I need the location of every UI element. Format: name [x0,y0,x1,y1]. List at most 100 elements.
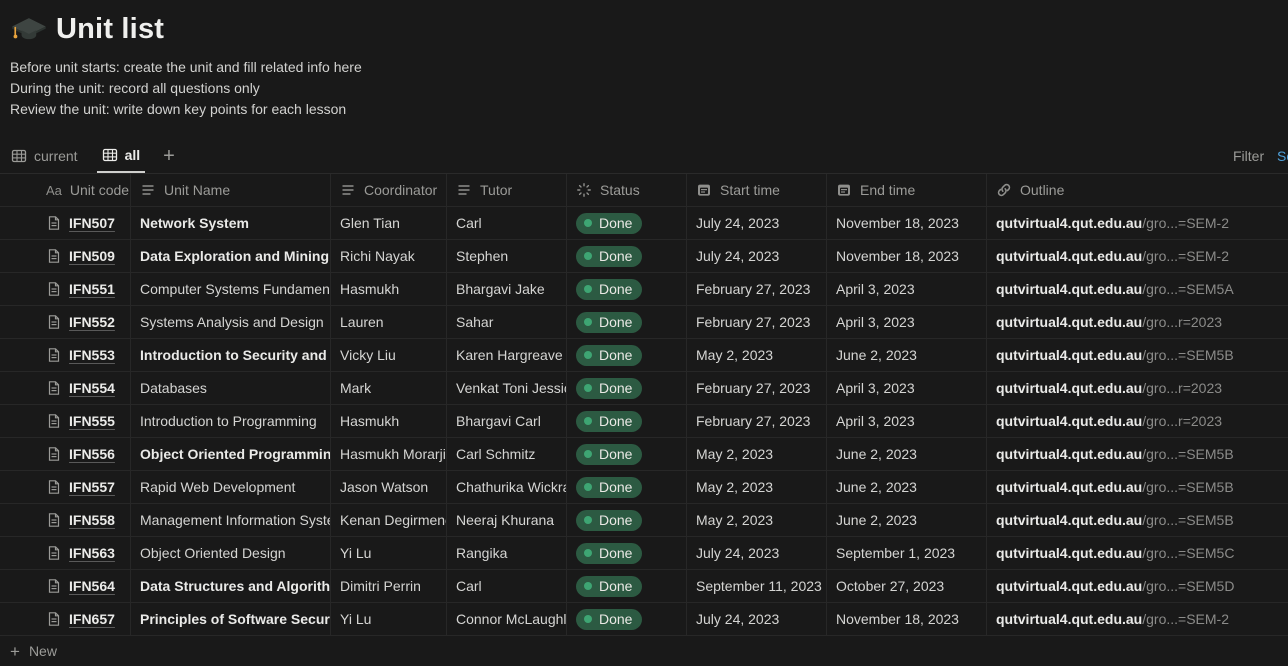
unit-name-cell[interactable]: Rapid Web Development [131,471,331,503]
unit-name-cell[interactable]: Principles of Software Security [131,603,331,635]
status-cell[interactable]: Done [567,207,687,239]
column-header-outline[interactable]: Outline [987,174,1288,206]
unit-code-cell[interactable]: IFN507 [0,207,131,239]
unit-name-cell[interactable]: Introduction to Programming [131,405,331,437]
outline-cell[interactable]: qutvirtual4.qut.edu.au/gro...=SEM5B [987,339,1288,371]
status-cell[interactable]: Done [567,471,687,503]
end-time-cell[interactable]: June 2, 2023 [827,438,987,470]
filter-button[interactable]: Filter [1233,139,1264,172]
end-time-cell[interactable]: April 3, 2023 [827,405,987,437]
page-title[interactable]: Unit list [56,13,164,46]
description-line[interactable]: Before unit starts: create the unit and … [10,57,1288,78]
status-cell[interactable]: Done [567,405,687,437]
outline-link[interactable]: qutvirtual4.qut.edu.au/gro...=SEM5B [996,479,1234,495]
tutor-cell[interactable]: Connor McLaughlin [447,603,567,635]
outline-link[interactable]: qutvirtual4.qut.edu.au/gro...r=2023 [996,380,1222,396]
unit-name-cell[interactable]: Object Oriented Design [131,537,331,569]
coordinator-cell[interactable]: Yi Lu [331,537,447,569]
unit-code-cell[interactable]: IFN552 [0,306,131,338]
coordinator-cell[interactable]: Hasmukh Morarji [331,438,447,470]
end-time-cell[interactable]: October 27, 2023 [827,570,987,602]
outline-cell[interactable]: qutvirtual4.qut.edu.au/gro...=SEM5B [987,504,1288,536]
outline-link[interactable]: qutvirtual4.qut.edu.au/gro...=SEM5D [996,578,1234,594]
coordinator-cell[interactable]: Kenan Degirmenci [331,504,447,536]
column-header-unit-name[interactable]: Unit Name [131,174,331,206]
coordinator-cell[interactable]: Glen Tian [331,207,447,239]
coordinator-cell[interactable]: Hasmukh [331,405,447,437]
column-header-end-time[interactable]: End time [827,174,987,206]
tutor-cell[interactable]: Chathurika Wickram [447,471,567,503]
status-cell[interactable]: Done [567,306,687,338]
unit-code-cell[interactable]: IFN563 [0,537,131,569]
column-header-status[interactable]: Status [567,174,687,206]
end-time-cell[interactable]: November 18, 2023 [827,240,987,272]
column-header-coordinator[interactable]: Coordinator [331,174,447,206]
outline-link[interactable]: qutvirtual4.qut.edu.au/gro...=SEM5B [996,347,1234,363]
page-description[interactable]: Before unit starts: create the unit and … [10,57,1288,120]
tutor-cell[interactable]: Carl [447,207,567,239]
unit-code-cell[interactable]: IFN657 [0,603,131,635]
status-cell[interactable]: Done [567,504,687,536]
outline-cell[interactable]: qutvirtual4.qut.edu.au/gro...=SEM-2 [987,240,1288,272]
coordinator-cell[interactable]: Mark [331,372,447,404]
status-cell[interactable]: Done [567,438,687,470]
tutor-cell[interactable]: Karen Hargreave [447,339,567,371]
new-row-button[interactable]: + New [0,636,1288,666]
coordinator-cell[interactable]: Dimitri Perrin [331,570,447,602]
status-cell[interactable]: Done [567,537,687,569]
tutor-cell[interactable]: Neeraj Khurana [447,504,567,536]
start-time-cell[interactable]: May 2, 2023 [687,504,827,536]
outline-link[interactable]: qutvirtual4.qut.edu.au/gro...=SEM5A [996,281,1234,297]
outline-link[interactable]: qutvirtual4.qut.edu.au/gro...=SEM5B [996,446,1234,462]
outline-link[interactable]: qutvirtual4.qut.edu.au/gro...=SEM5B [996,512,1234,528]
tutor-cell[interactable]: Stephen [447,240,567,272]
start-time-cell[interactable]: July 24, 2023 [687,240,827,272]
start-time-cell[interactable]: May 2, 2023 [687,438,827,470]
unit-code-cell[interactable]: IFN553 [0,339,131,371]
unit-name-cell[interactable]: Network System [131,207,331,239]
status-cell[interactable]: Done [567,603,687,635]
outline-link[interactable]: qutvirtual4.qut.edu.au/gro...=SEM-2 [996,248,1229,264]
start-time-cell[interactable]: May 2, 2023 [687,471,827,503]
unit-code-cell[interactable]: IFN556 [0,438,131,470]
start-time-cell[interactable]: July 24, 2023 [687,207,827,239]
end-time-cell[interactable]: June 2, 2023 [827,339,987,371]
unit-name-cell[interactable]: Introduction to Security and N [131,339,331,371]
outline-link[interactable]: qutvirtual4.qut.edu.au/gro...=SEM-2 [996,611,1229,627]
start-time-cell[interactable]: July 24, 2023 [687,537,827,569]
unit-name-cell[interactable]: Data Exploration and Mining [131,240,331,272]
end-time-cell[interactable]: November 18, 2023 [827,207,987,239]
outline-cell[interactable]: qutvirtual4.qut.edu.au/gro...=SEM-2 [987,207,1288,239]
outline-cell[interactable]: qutvirtual4.qut.edu.au/gro...=SEM-2 [987,603,1288,635]
status-cell[interactable]: Done [567,339,687,371]
unit-code-cell[interactable]: IFN554 [0,372,131,404]
unit-code-cell[interactable]: IFN564 [0,570,131,602]
unit-code-cell[interactable]: IFN558 [0,504,131,536]
column-header-start-time[interactable]: Start time [687,174,827,206]
status-cell[interactable]: Done [567,273,687,305]
tutor-cell[interactable]: Sahar [447,306,567,338]
coordinator-cell[interactable]: Jason Watson [331,471,447,503]
tutor-cell[interactable]: Venkat Toni Jessica [447,372,567,404]
tutor-cell[interactable]: Bhargavi Carl [447,405,567,437]
end-time-cell[interactable]: June 2, 2023 [827,471,987,503]
unit-code-cell[interactable]: IFN551 [0,273,131,305]
coordinator-cell[interactable]: Yi Lu [331,603,447,635]
status-cell[interactable]: Done [567,570,687,602]
status-cell[interactable]: Done [567,372,687,404]
outline-link[interactable]: qutvirtual4.qut.edu.au/gro...=SEM-2 [996,215,1229,231]
start-time-cell[interactable]: May 2, 2023 [687,339,827,371]
tutor-cell[interactable]: Carl Schmitz [447,438,567,470]
end-time-cell[interactable]: April 3, 2023 [827,273,987,305]
outline-cell[interactable]: qutvirtual4.qut.edu.au/gro...=SEM5C [987,537,1288,569]
unit-code-cell[interactable]: IFN509 [0,240,131,272]
outline-link[interactable]: qutvirtual4.qut.edu.au/gro...=SEM5C [996,545,1234,561]
outline-cell[interactable]: qutvirtual4.qut.edu.au/gro...=SEM5B [987,471,1288,503]
start-time-cell[interactable]: February 27, 2023 [687,372,827,404]
outline-cell[interactable]: qutvirtual4.qut.edu.au/gro...=SEM5D [987,570,1288,602]
start-time-cell[interactable]: July 24, 2023 [687,603,827,635]
coordinator-cell[interactable]: Richi Nayak [331,240,447,272]
end-time-cell[interactable]: April 3, 2023 [827,306,987,338]
end-time-cell[interactable]: April 3, 2023 [827,372,987,404]
unit-name-cell[interactable]: Object Oriented Programming [131,438,331,470]
